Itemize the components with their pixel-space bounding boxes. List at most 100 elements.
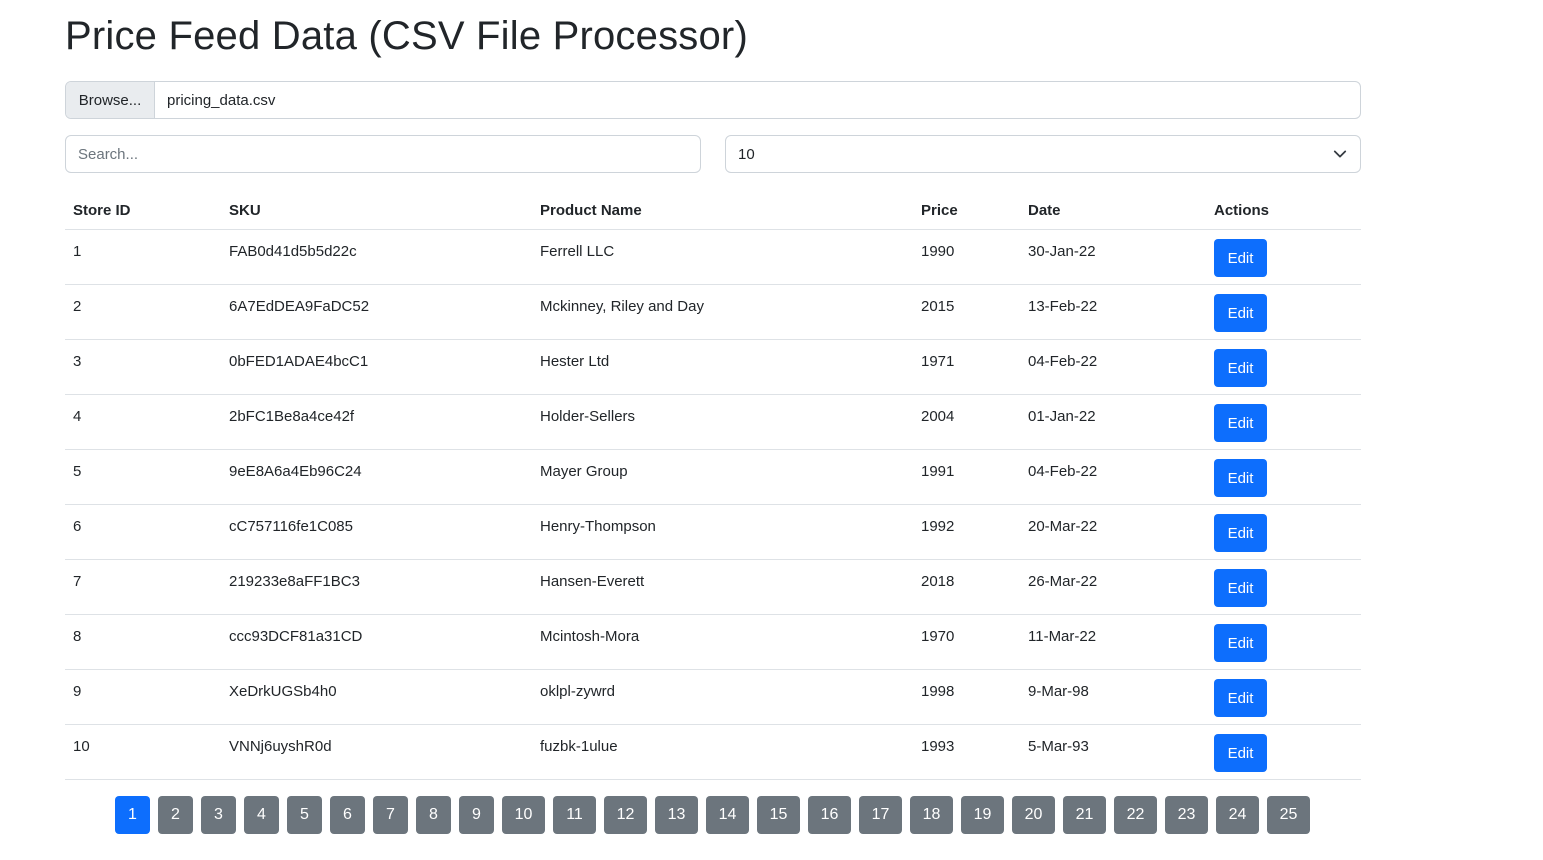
- page-button-17[interactable]: 17: [859, 796, 902, 834]
- date-cell: 04-Feb-22: [1020, 339, 1206, 395]
- product-name-cell: Mckinney, Riley and Day: [532, 284, 913, 340]
- page-button-14[interactable]: 14: [706, 796, 749, 834]
- table-row: 6 cC757116fe1C085 Henry-Thompson 1992 20-Mar…: [65, 504, 1361, 560]
- sku-cell-text: ccc93DCF81a31CD: [229, 627, 363, 645]
- edit-button[interactable]: Edit: [1214, 569, 1267, 607]
- table-row: 5 9eE8A6a4Eb96C24 Mayer Group 1991 04-Feb-22…: [65, 449, 1361, 505]
- actions-cell: Edit: [1206, 229, 1361, 285]
- product-name-cell: Henry-Thompson: [532, 504, 913, 560]
- table-header-row: Store ID SKU Product Name Price Date Actions: [65, 191, 1361, 230]
- store-id-cell-text: 10: [73, 737, 90, 755]
- edit-button[interactable]: Edit: [1214, 294, 1267, 332]
- page-button-2[interactable]: 2: [158, 796, 193, 834]
- price-cell: 2018: [913, 559, 1020, 615]
- page-button-8[interactable]: 8: [416, 796, 451, 834]
- date-cell-text: 13-Feb-22: [1028, 297, 1098, 315]
- date-cell: 26-Mar-22: [1020, 559, 1206, 615]
- edit-button[interactable]: Edit: [1214, 734, 1267, 772]
- sku-cell-text: 9eE8A6a4Eb96C24: [229, 462, 362, 480]
- sku-cell: 6A7EdDEA9FaDC52: [221, 284, 532, 340]
- page-button-1[interactable]: 1: [115, 796, 150, 834]
- sku-cell: ccc93DCF81a31CD: [221, 614, 532, 670]
- store-id-cell: 5: [65, 449, 221, 505]
- price-cell-text: 2018: [921, 572, 955, 590]
- sku-cell: cC757116fe1C085: [221, 504, 532, 560]
- price-cell: 2004: [913, 394, 1020, 450]
- price-cell-text: 1990: [921, 242, 955, 260]
- page-button-3[interactable]: 3: [201, 796, 236, 834]
- product-name-cell: Ferrell LLC: [532, 229, 913, 285]
- edit-button[interactable]: Edit: [1214, 459, 1267, 497]
- page-button-12[interactable]: 12: [604, 796, 647, 834]
- store-id-cell: 6: [65, 504, 221, 560]
- page-button-11[interactable]: 11: [553, 796, 596, 834]
- page-button-22[interactable]: 22: [1114, 796, 1157, 834]
- edit-button[interactable]: Edit: [1214, 404, 1267, 442]
- actions-cell: Edit: [1206, 449, 1361, 505]
- product-name-cell-text: fuzbk-1ulue: [540, 737, 618, 755]
- page-button-25[interactable]: 25: [1267, 796, 1310, 834]
- browse-button[interactable]: Browse...: [66, 82, 155, 118]
- product-name-cell-text: Mayer Group: [540, 462, 628, 480]
- price-cell-text: 1970: [921, 627, 955, 645]
- actions-cell: Edit: [1206, 614, 1361, 670]
- page-button-19[interactable]: 19: [961, 796, 1004, 834]
- sku-cell: 219233e8aFF1BC3: [221, 559, 532, 615]
- sku-cell: 2bFC1Be8a4ce42f: [221, 394, 532, 450]
- page-button-18[interactable]: 18: [910, 796, 953, 834]
- page-button-23[interactable]: 23: [1165, 796, 1208, 834]
- store-id-cell-text: 5: [73, 462, 82, 480]
- date-cell: 9-Mar-98: [1020, 669, 1206, 725]
- store-id-cell: 7: [65, 559, 221, 615]
- product-name-cell: oklpl-zywrd: [532, 669, 913, 725]
- store-id-cell-text: 1: [73, 242, 82, 260]
- page-button-4[interactable]: 4: [244, 796, 279, 834]
- sku-cell-text: 2bFC1Be8a4ce42f: [229, 407, 355, 425]
- header-date: Date: [1020, 191, 1206, 230]
- store-id-cell-text: 6: [73, 517, 82, 535]
- product-name-cell: Holder-Sellers: [532, 394, 913, 450]
- table-row: 7 219233e8aFF1BC3 Hansen-Everett 2018 26-Mar…: [65, 559, 1361, 615]
- store-id-cell: 2: [65, 284, 221, 340]
- edit-button[interactable]: Edit: [1214, 514, 1267, 552]
- page-button-15[interactable]: 15: [757, 796, 800, 834]
- search-input[interactable]: [65, 135, 701, 173]
- table-row: 8 ccc93DCF81a31CD Mcintosh-Mora 1970 11-Mar-…: [65, 614, 1361, 670]
- edit-button[interactable]: Edit: [1214, 349, 1267, 387]
- page-button-21[interactable]: 21: [1063, 796, 1106, 834]
- actions-cell: Edit: [1206, 339, 1361, 395]
- page-button-20[interactable]: 20: [1012, 796, 1055, 834]
- page-button-24[interactable]: 24: [1216, 796, 1259, 834]
- edit-button[interactable]: Edit: [1214, 624, 1267, 662]
- price-cell-text: 1993: [921, 737, 955, 755]
- date-cell: 5-Mar-93: [1020, 724, 1206, 780]
- page-size-select[interactable]: 10: [725, 135, 1361, 173]
- edit-button[interactable]: Edit: [1214, 239, 1267, 277]
- price-cell-text: 1991: [921, 462, 955, 480]
- date-cell: 11-Mar-22: [1020, 614, 1206, 670]
- header-sku: SKU: [221, 191, 532, 230]
- store-id-cell-text: 3: [73, 352, 82, 370]
- store-id-cell: 10: [65, 724, 221, 780]
- file-input[interactable]: Browse... pricing_data.csv: [65, 81, 1361, 119]
- page-button-13[interactable]: 13: [655, 796, 698, 834]
- actions-cell: Edit: [1206, 284, 1361, 340]
- actions-cell: Edit: [1206, 559, 1361, 615]
- page-button-7[interactable]: 7: [373, 796, 408, 834]
- page-button-6[interactable]: 6: [330, 796, 365, 834]
- date-cell-text: 04-Feb-22: [1028, 462, 1098, 480]
- price-cell-text: 1998: [921, 682, 955, 700]
- product-name-cell: Mayer Group: [532, 449, 913, 505]
- page-button-10[interactable]: 10: [502, 796, 545, 834]
- page-button-9[interactable]: 9: [459, 796, 494, 834]
- edit-button[interactable]: Edit: [1214, 679, 1267, 717]
- chevron-down-icon: [1332, 146, 1348, 162]
- page-button-16[interactable]: 16: [808, 796, 851, 834]
- pagination: 1 2 3 4 5 6 7 8 9 10 11 12 13 14 15 16 17 18 19 20 21 22 23 24 2…: [115, 796, 1310, 834]
- actions-cell: Edit: [1206, 724, 1361, 780]
- sku-cell: XeDrkUGSb4h0: [221, 669, 532, 725]
- product-name-cell-text: Holder-Sellers: [540, 407, 636, 425]
- date-cell-text: 30-Jan-22: [1028, 242, 1096, 260]
- page-button-5[interactable]: 5: [287, 796, 322, 834]
- price-cell-text: 1992: [921, 517, 955, 535]
